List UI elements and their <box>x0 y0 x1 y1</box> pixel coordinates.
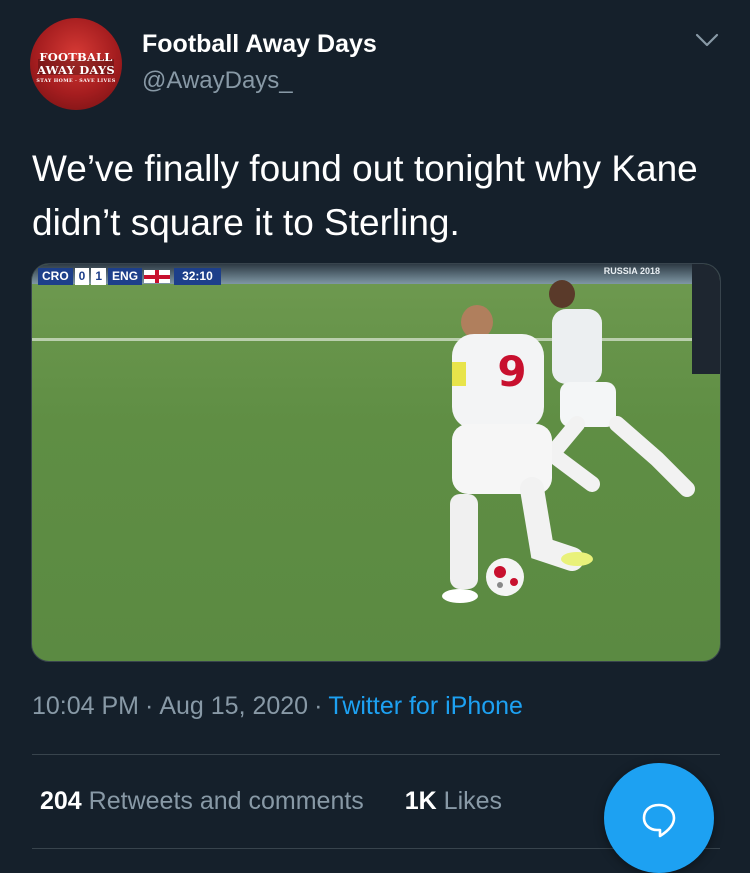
reply-bubble-icon <box>642 803 676 838</box>
likes-count: 1K <box>404 787 437 815</box>
reply-fab-button[interactable] <box>604 763 714 873</box>
chevron-down-icon[interactable] <box>694 30 720 50</box>
avatar[interactable]: FOOTBALL AWAY DAYS STAY HOME · SAVE LIVE… <box>30 18 122 110</box>
tweet-stats: 204 Retweets and comments 1K Likes <box>40 787 536 816</box>
likes-label: Likes <box>443 787 503 815</box>
user-handle[interactable]: @AwayDays_ <box>142 67 293 95</box>
players-illustration: 9 <box>442 264 720 603</box>
tweet-text: We’ve finally found out tonight why Kane… <box>32 148 698 243</box>
svg-text:9: 9 <box>497 347 526 396</box>
avatar-logo-line3: STAY HOME · SAVE LIVES <box>36 78 116 84</box>
retweets-stat[interactable]: 204 Retweets and comments <box>40 787 364 815</box>
tweet-time: 10:04 PM <box>32 692 140 720</box>
tweet-media[interactable]: CRO 0 1 ENG 32:10 RUSSIA 2018 9 <box>31 263 721 662</box>
retweets-count: 204 <box>40 787 82 815</box>
meta-separator: · <box>145 692 154 720</box>
avatar-logo-line1: FOOTBALL <box>39 50 113 64</box>
tweet-source-link[interactable]: Twitter for iPhone <box>328 692 523 720</box>
likes-stat[interactable]: 1K Likes <box>405 787 502 815</box>
tweet-date: Aug 15, 2020 <box>159 692 309 720</box>
meta-separator: · <box>314 692 323 720</box>
retweets-label: Retweets and comments <box>88 787 364 815</box>
divider <box>32 754 720 755</box>
avatar-logo-line2: AWAY DAYS <box>37 63 115 77</box>
tweet-metadata: 10:04 PM · Aug 15, 2020 · Twitter for iPhone <box>32 692 523 721</box>
display-name[interactable]: Football Away Days <box>142 30 377 59</box>
